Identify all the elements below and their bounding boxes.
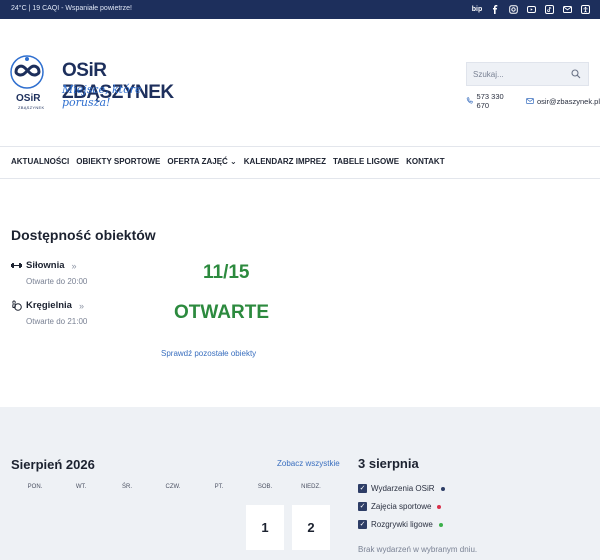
weather-info: 24°C | 19 CAQI - Wspaniałe powietrze! <box>11 5 132 12</box>
logo-infinity-icon <box>10 55 44 89</box>
weekday-label: NIEDZ. <box>301 484 321 490</box>
no-events-message: Brak wydarzeń w wybranym dniu. <box>358 545 478 554</box>
facility-occupancy: 11/15 <box>203 262 250 283</box>
calendar-day[interactable]: 1 <box>246 505 284 550</box>
bowling-icon <box>12 300 22 311</box>
dumbbell-icon <box>11 263 22 268</box>
calendar-title: Sierpień 2026 <box>11 457 95 472</box>
contact-info: 573 330 670 osir@zbaszynek.pl <box>466 92 600 110</box>
other-facilities-link[interactable]: Sprawdź pozostałe obiekty <box>161 349 256 358</box>
chevron-right-icon: » <box>71 260 77 271</box>
weekday-label: PON. <box>27 484 43 490</box>
bip-link[interactable]: bip <box>471 3 483 16</box>
nav-item-oferta-zajec[interactable]: OFERTA ZAJĘĆ ⌄ <box>167 157 236 166</box>
instagram-icon[interactable] <box>507 3 519 16</box>
facility-name: Siłownia <box>26 260 65 271</box>
divider <box>0 178 600 179</box>
facility-status: OTWARTE <box>174 302 269 323</box>
social-links: bip <box>471 3 591 16</box>
weekday-label: PT. <box>214 484 224 490</box>
facebook-icon[interactable] <box>489 3 501 16</box>
youtube-icon[interactable] <box>525 3 537 16</box>
filter-label: Rozgrywki ligowe <box>371 520 433 529</box>
logo-osir: OSiR <box>16 93 41 104</box>
search-box <box>466 62 589 86</box>
calendar-day[interactable]: 2 <box>292 505 330 550</box>
weekday-label: WT. <box>75 484 87 490</box>
filter-wydarzenia-osir[interactable]: ✓ Wydarzenia OSiR <box>358 484 445 493</box>
nav-item-aktualnosci[interactable]: AKTUALNOŚCI <box>11 157 69 166</box>
tiktok-icon[interactable] <box>543 3 555 16</box>
facility-hours: Otwarte do 21:00 <box>26 317 88 326</box>
weekday-label: ŚR. <box>121 484 132 490</box>
divider <box>0 146 600 147</box>
nav-item-obiekty-sportowe[interactable]: OBIEKTY SPORTOWE <box>76 157 160 166</box>
phone-icon <box>466 97 473 104</box>
facility-name: Kręgielnia <box>26 300 72 311</box>
nav-item-tabele-ligowe[interactable]: TABELE LIGOWE <box>333 157 399 166</box>
availability-title: Dostępność obiektów <box>11 227 156 243</box>
filter-zajecia-sportowe[interactable]: ✓ Zajęcia sportowe <box>358 502 442 511</box>
search-input[interactable] <box>473 68 563 81</box>
top-bar: 24°C | 19 CAQI - Wspaniałe powietrze! bi… <box>0 0 600 19</box>
accessibility-icon[interactable] <box>579 3 591 16</box>
filter-rozgrywki-ligowe[interactable]: ✓ Rozgrywki ligowe <box>358 520 443 529</box>
see-all-link[interactable]: Zobacz wszystkie <box>277 459 340 468</box>
checkbox-checked-icon[interactable]: ✓ <box>358 520 367 529</box>
mail-icon[interactable] <box>561 3 573 16</box>
chevron-right-icon: » <box>78 300 84 311</box>
email-icon <box>526 98 534 104</box>
checkbox-checked-icon[interactable]: ✓ <box>358 484 367 493</box>
email-address: osir@zbaszynek.pl <box>536 96 600 106</box>
checkbox-checked-icon[interactable]: ✓ <box>358 502 367 511</box>
facility-kregielnia-link[interactable]: Kręgielnia » <box>11 300 84 311</box>
legend-dot <box>440 486 445 491</box>
search-icon[interactable] <box>571 69 581 79</box>
filter-label: Wydarzenia OSiR <box>371 484 435 493</box>
filter-label: Zajęcia sportowe <box>371 502 432 511</box>
nav-item-kontakt[interactable]: KONTAKT <box>406 157 445 166</box>
selected-date-title: 3 sierpnia <box>358 456 419 471</box>
phone-link[interactable]: 573 330 670 <box>466 92 516 110</box>
logo-subtitle: ZBĄSZYNEK <box>18 105 45 110</box>
legend-dot <box>437 504 442 509</box>
main-nav: AKTUALNOŚCI OBIEKTY SPORTOWE OFERTA ZAJĘ… <box>11 157 445 166</box>
site-logo[interactable]: OSiR ZBĄSZYNEK Miejsce, które porusza! O… <box>10 53 174 113</box>
weekday-label: CZW. <box>165 484 181 490</box>
phone-number: 573 330 670 <box>476 92 504 110</box>
weekday-label: SOB. <box>257 484 273 490</box>
logo-slogan: Miejsce, które porusza! <box>62 83 142 109</box>
legend-dot <box>438 522 443 527</box>
facility-silownia-link[interactable]: Siłownia » <box>11 260 77 271</box>
email-link[interactable]: osir@zbaszynek.pl <box>526 92 600 110</box>
nav-item-kalendarz-imprez[interactable]: KALENDARZ IMPREZ <box>244 157 326 166</box>
facility-hours: Otwarte do 20:00 <box>26 277 88 286</box>
